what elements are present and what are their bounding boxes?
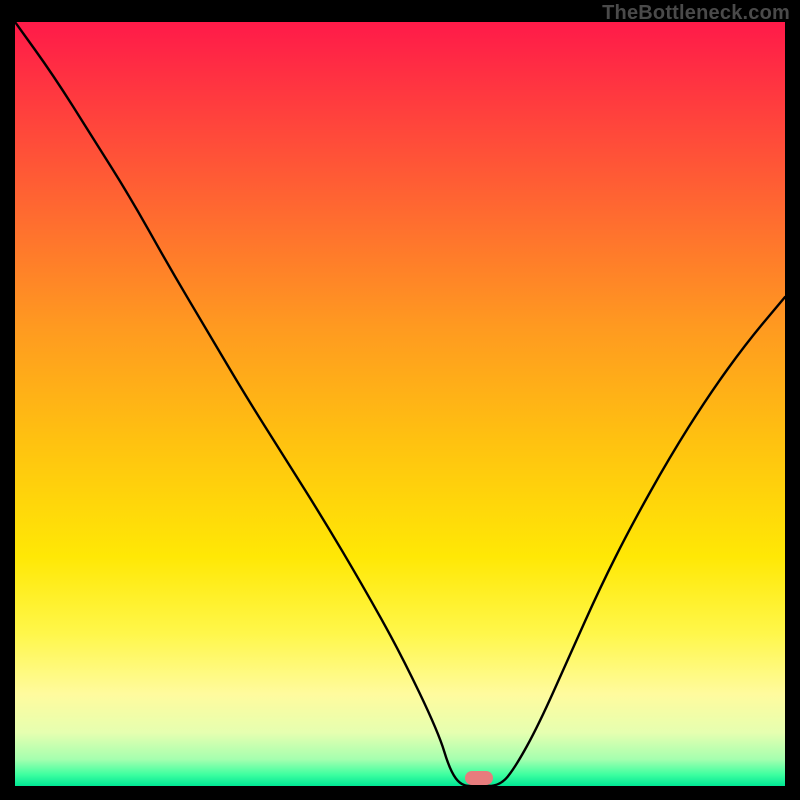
watermark-text: TheBottleneck.com bbox=[602, 2, 790, 25]
chart-frame: TheBottleneck.com bbox=[0, 0, 800, 800]
plot-area bbox=[15, 22, 785, 786]
gradient-background bbox=[15, 22, 785, 786]
optimal-marker bbox=[465, 771, 493, 785]
plot-svg bbox=[15, 22, 785, 786]
